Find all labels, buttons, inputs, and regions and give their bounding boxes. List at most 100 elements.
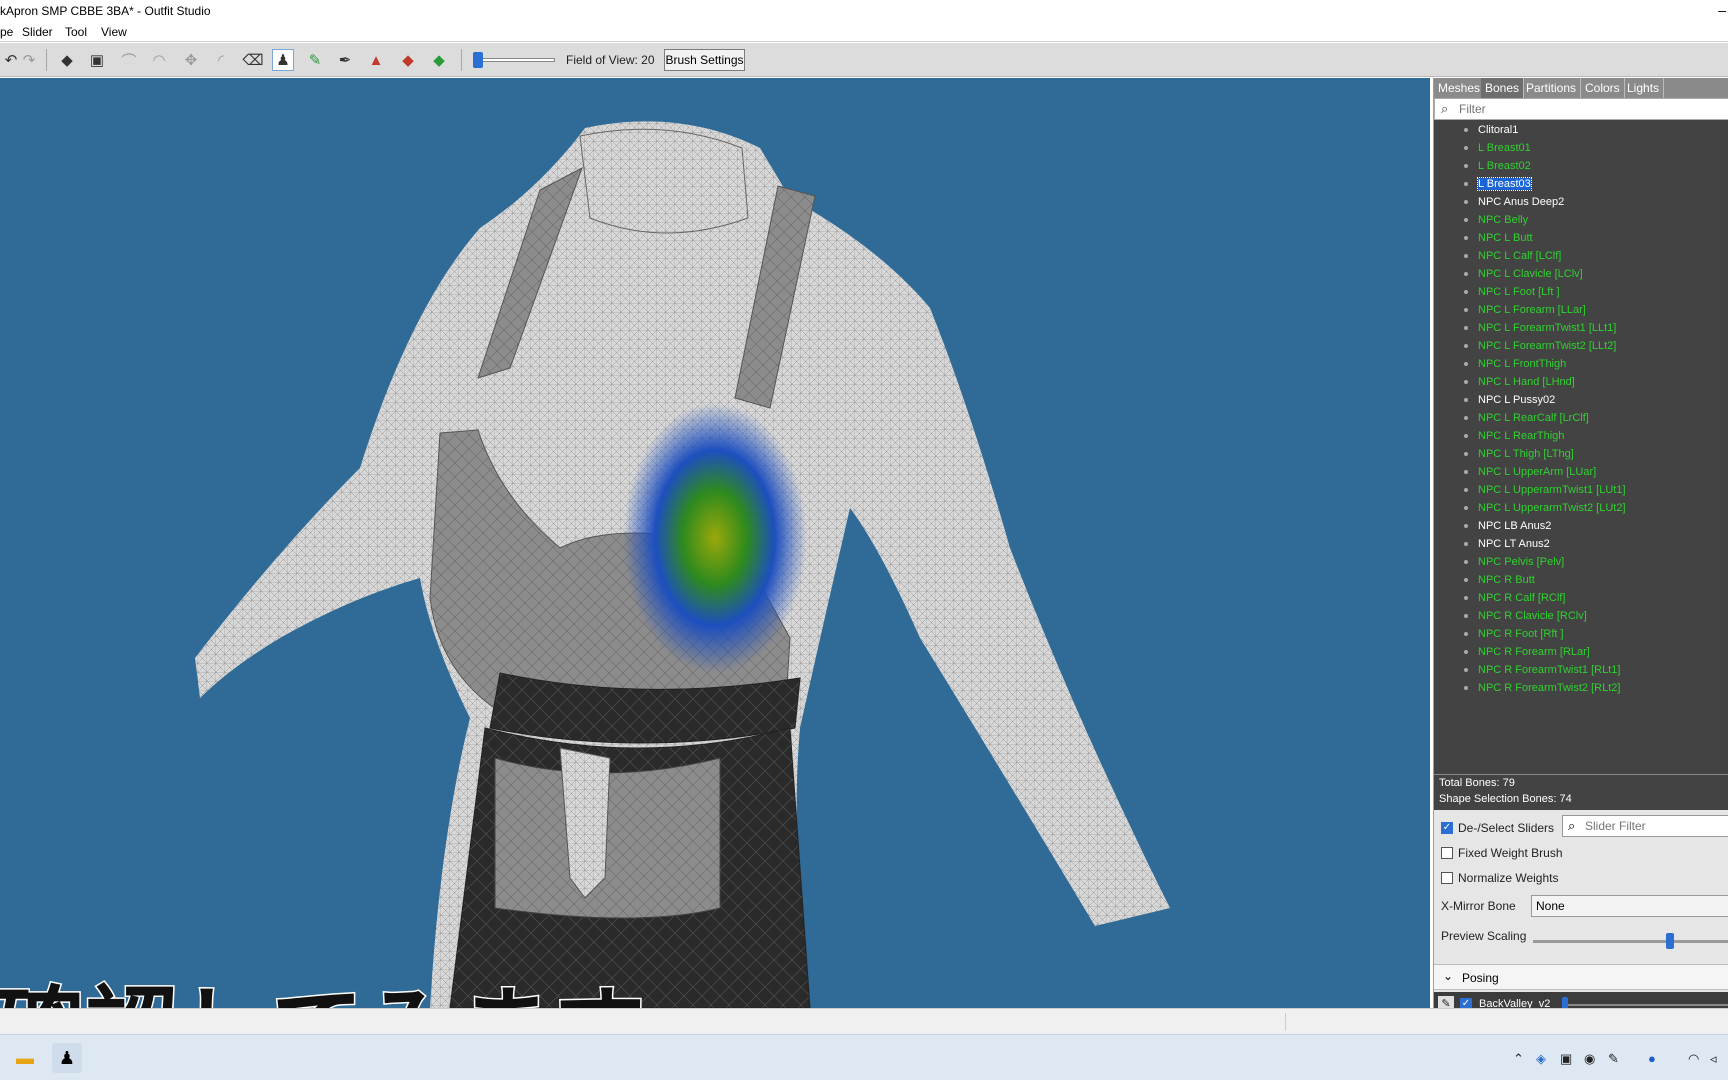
add-icon[interactable]: ◆ (428, 49, 450, 71)
menu-slider[interactable]: Slider (22, 25, 53, 39)
bone-label: NPC L Butt (1478, 232, 1533, 245)
smooth-icon[interactable]: ◠ (148, 49, 170, 71)
flip-icon[interactable]: ◆ (397, 49, 419, 71)
bone-item[interactable]: L Breast03 (1464, 177, 1532, 196)
bone-item[interactable]: NPC LB Anus2 (1464, 520, 1551, 538)
video-subtitle: 確認してみます (0, 956, 647, 1009)
bone-item[interactable]: NPC L Calf [LClf] (1464, 250, 1561, 268)
bone-item[interactable]: NPC L Thigh [LThg] (1464, 448, 1574, 466)
bone-dot-icon (1464, 254, 1468, 259)
steam-icon[interactable]: ◉ (1584, 1051, 1595, 1067)
bone-item[interactable]: NPC L RearThigh (1464, 430, 1564, 448)
bone-dot-icon (1464, 380, 1468, 385)
tab-meshes[interactable]: Meshes (1434, 78, 1486, 98)
weight-paint-heatmap (623, 403, 807, 673)
slider-filter-input[interactable] (1585, 819, 1725, 833)
bone-item[interactable]: NPC L RearCalf [LrClf] (1464, 412, 1589, 430)
tab-lights[interactable]: Lights (1623, 78, 1665, 98)
bone-dot-icon (1464, 182, 1468, 187)
bone-item[interactable]: Clitoral1 (1464, 124, 1518, 142)
bone-item[interactable]: NPC R ForearmTwist1 [RLt1] (1464, 664, 1620, 682)
bone-item[interactable]: NPC R Forearm [RLar] (1464, 646, 1590, 664)
bone-item[interactable]: NPC R Butt (1464, 574, 1535, 592)
lasso-icon[interactable]: ⌒ (118, 49, 140, 71)
fov-slider-track[interactable] (473, 58, 555, 62)
bone-list[interactable]: Clitoral1 L Breast01 L Breast02 L Breast03 N… (1434, 120, 1728, 774)
preview-scaling-track[interactable] (1533, 940, 1728, 943)
status-bar (0, 1008, 1728, 1034)
bone-item[interactable]: NPC L UpperarmTwist1 [LUt1] (1464, 484, 1626, 502)
shape-selection-bones-text: Shape Selection Bones: 74 (1439, 793, 1572, 805)
fov-slider-thumb[interactable] (473, 52, 483, 68)
bone-item[interactable]: L Breast02 (1464, 160, 1531, 178)
deselect-sliders-checkbox[interactable]: ✓ (1441, 822, 1453, 834)
display-icon[interactable]: ▣ (1560, 1051, 1572, 1067)
minimize-button[interactable]: – (1718, 2, 1726, 18)
menu-tool[interactable]: Tool (65, 25, 87, 39)
volume-icon[interactable]: ◃ (1710, 1051, 1717, 1067)
menu-file[interactable]: pe (0, 25, 13, 39)
wifi-icon[interactable]: ◠ (1688, 1051, 1699, 1067)
x-mirror-bone-label: X-Mirror Bone (1441, 899, 1516, 913)
bone-item[interactable]: NPC L Pussy02 (1464, 394, 1555, 412)
file-explorer-icon[interactable]: ▬ (10, 1043, 40, 1073)
bone-dot-icon (1464, 686, 1468, 691)
bone-item[interactable]: NPC R Clavicle [RClv] (1464, 610, 1587, 628)
move-icon[interactable]: ✥ (180, 49, 202, 71)
3d-viewport[interactable]: 確認してみます (0, 78, 1430, 1008)
slider-track[interactable] (1562, 1004, 1728, 1006)
bone-item[interactable]: NPC L Forearm [LLar] (1464, 304, 1586, 322)
tab-bones[interactable]: Bones (1481, 78, 1525, 98)
bone-label: NPC L ForearmTwist1 [LLt1] (1478, 322, 1617, 335)
bone-item[interactable]: NPC Belly (1464, 214, 1528, 232)
transform-icon[interactable]: ▣ (86, 49, 108, 71)
bone-filter-input[interactable] (1459, 101, 1719, 117)
security-icon[interactable]: ◈ (1536, 1051, 1546, 1067)
fixed-weight-brush-checkbox[interactable] (1441, 847, 1453, 859)
window-title: kApron SMP CBBE 3BA* - Outfit Studio (0, 4, 211, 18)
posing-section[interactable]: ⌄ Posing (1434, 964, 1728, 990)
bone-item[interactable]: NPC L Clavicle [LClv] (1464, 268, 1583, 286)
weight-brush-icon[interactable]: ♟ (272, 49, 294, 71)
bone-item[interactable]: NPC L Hand [LHnd] (1464, 376, 1575, 394)
bone-label: NPC R Forearm [RLar] (1478, 646, 1590, 659)
bone-item[interactable]: NPC L ForearmTwist2 [LLt2] (1464, 340, 1616, 358)
preview-scaling-thumb[interactable] (1666, 933, 1675, 949)
pen-icon[interactable]: ✎ (1608, 1051, 1619, 1067)
select-icon[interactable]: ◆ (56, 49, 78, 71)
inflate-icon[interactable]: ◜ (210, 49, 232, 71)
bone-item[interactable]: NPC LT Anus2 (1464, 538, 1550, 556)
bone-item[interactable]: NPC L UpperArm [LUar] (1464, 466, 1596, 484)
bone-item[interactable]: NPC Anus Deep2 (1464, 196, 1564, 214)
erase-icon[interactable]: ⌫ (242, 49, 264, 71)
collapse-icon[interactable]: ▲ (365, 49, 387, 71)
redo-icon[interactable]: ↷ (18, 49, 40, 71)
x-mirror-bone-select[interactable]: None (1531, 895, 1728, 917)
brush-settings-button[interactable]: Brush Settings (664, 49, 745, 71)
fixed-weight-brush-label: Fixed Weight Brush (1458, 846, 1563, 860)
normalize-weights-checkbox[interactable] (1441, 872, 1453, 884)
tab-partitions[interactable]: Partitions (1522, 78, 1582, 98)
deselect-sliders-label: De-/Select Sliders (1458, 821, 1555, 835)
bone-item[interactable]: NPC L Butt (1464, 232, 1533, 250)
tab-colors[interactable]: Colors (1581, 78, 1625, 98)
outfit-studio-taskbar-icon[interactable]: ♟ (52, 1043, 82, 1073)
bone-item[interactable]: NPC L FrontThigh (1464, 358, 1566, 376)
color-brush-icon[interactable]: ✎ (304, 49, 326, 71)
bone-item[interactable]: NPC R Calf [RClf] (1464, 592, 1565, 610)
bone-dot-icon (1464, 236, 1468, 241)
bone-item[interactable]: NPC L ForearmTwist1 [LLt1] (1464, 322, 1616, 340)
bone-label: L Breast03 (1477, 177, 1532, 192)
pen-icon[interactable]: ✒ (334, 49, 356, 71)
bone-label: Clitoral1 (1478, 124, 1519, 137)
slider-filter: ⌕ (1562, 815, 1728, 837)
bone-item[interactable]: L Breast01 (1464, 142, 1531, 160)
bone-item[interactable]: NPC L Foot [Lft ] (1464, 286, 1560, 304)
bone-item[interactable]: NPC R ForearmTwist2 [RLt2] (1464, 682, 1620, 700)
menu-view[interactable]: View (101, 25, 127, 39)
onedrive-icon[interactable]: ● (1648, 1051, 1656, 1066)
bone-item[interactable]: NPC Pelvis [Pelv] (1464, 556, 1564, 574)
bone-item[interactable]: NPC R Foot [Rft ] (1464, 628, 1564, 646)
bone-item[interactable]: NPC L UpperarmTwist2 [LUt2] (1464, 502, 1626, 520)
chevron-up-icon[interactable]: ⌃ (1513, 1051, 1524, 1067)
